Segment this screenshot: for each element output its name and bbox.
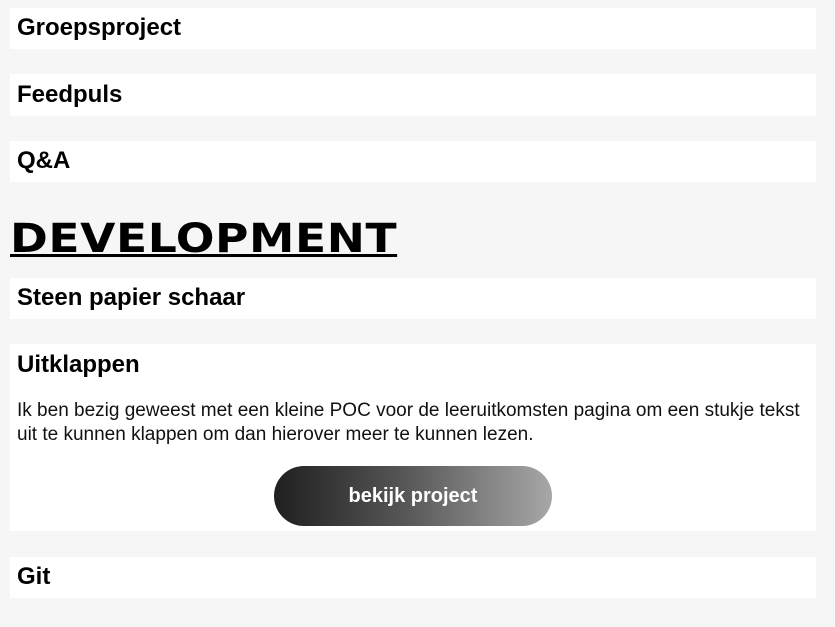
project-description: Ik ben bezig geweest met een kleine POC … [17, 400, 800, 445]
project-title: Git [17, 563, 51, 590]
view-project-button[interactable]: bekijk project [274, 466, 552, 526]
section-heading-development: DEVELOPMENT [10, 216, 398, 262]
project-title: Q&A [17, 147, 71, 174]
project-card-qa[interactable]: Q&A [10, 141, 816, 182]
project-card-steen-papier-schaar[interactable]: Steen papier schaar [10, 278, 816, 319]
project-card-groepsproject[interactable]: Groepsproject [10, 8, 816, 49]
project-card-feedpuls[interactable]: Feedpuls [10, 74, 816, 116]
project-title: Steen papier schaar [17, 284, 246, 311]
project-title: Feedpuls [17, 81, 123, 108]
project-card-git[interactable]: Git [10, 557, 816, 598]
project-title: Uitklappen [17, 351, 140, 378]
project-title: Groepsproject [17, 14, 182, 41]
project-card-uitklappen: Uitklappen Ik ben bezig geweest met een … [10, 344, 816, 531]
page: Groepsproject Feedpuls Q&A DEVELOPMENT S… [0, 0, 835, 627]
